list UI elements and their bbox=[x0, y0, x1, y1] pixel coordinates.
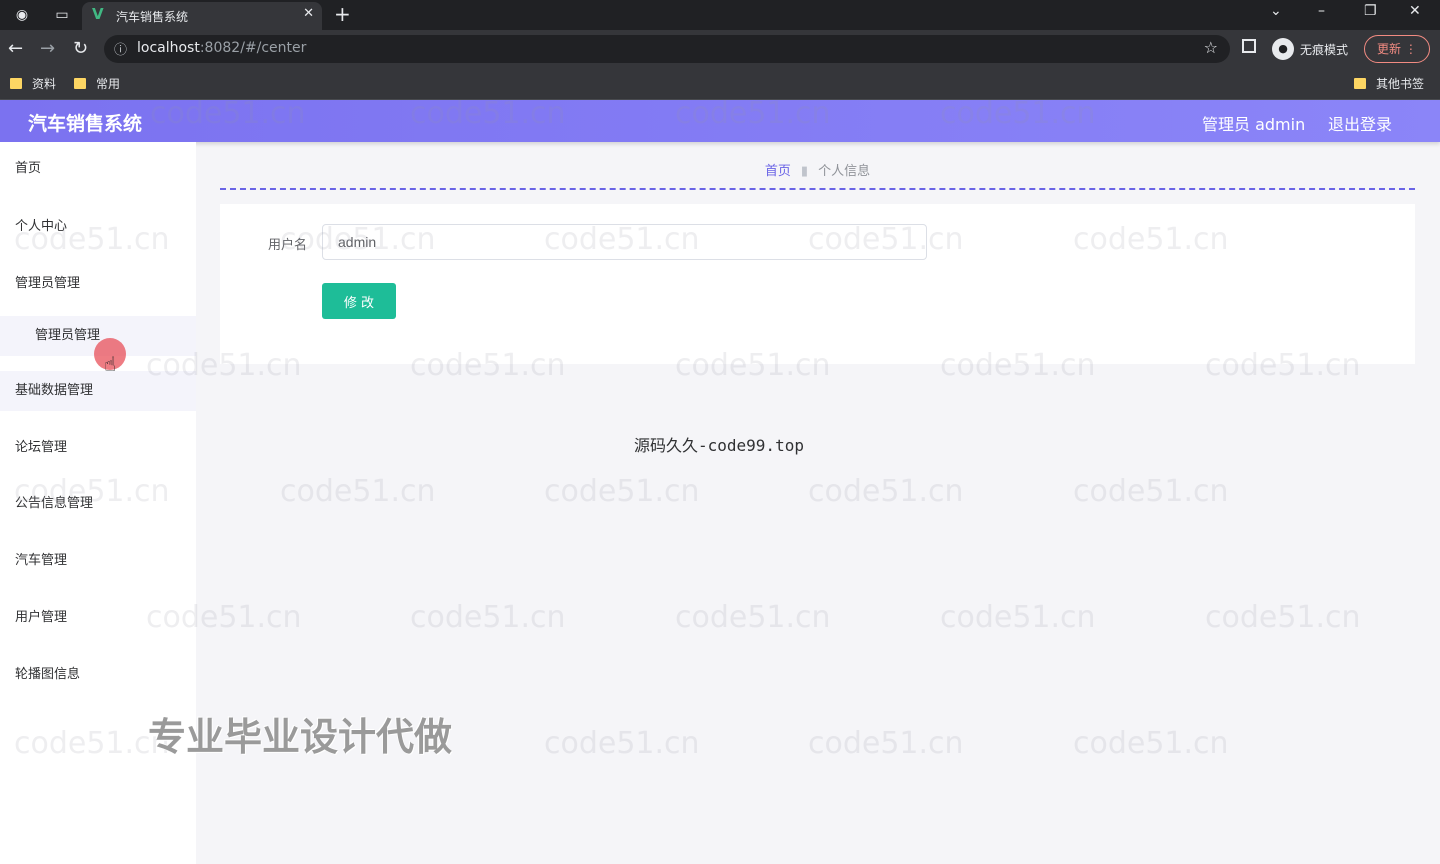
username-field[interactable] bbox=[322, 224, 927, 260]
update-button[interactable]: 更新 ⋮ bbox=[1364, 35, 1430, 63]
watermark: code51.cn bbox=[808, 726, 964, 761]
new-tab-icon[interactable]: + bbox=[334, 2, 351, 26]
back-arrow-icon[interactable]: ← bbox=[8, 38, 23, 59]
hand-pointer-icon: ☝ bbox=[104, 352, 117, 376]
bookmark-folder[interactable]: 常用 bbox=[74, 75, 120, 92]
breadcrumb-home[interactable]: 首页 bbox=[765, 164, 791, 179]
watermark: code51.cn bbox=[280, 474, 436, 509]
restore-icon[interactable]: ❐ bbox=[1364, 3, 1377, 19]
close-icon[interactable]: ✕ bbox=[303, 6, 314, 21]
browser-address-bar: ← → ↻ ⓘ localhost:8082/#/center ☆ ● 无痕模式… bbox=[0, 30, 1440, 68]
logout-link[interactable]: 退出登录 bbox=[1328, 111, 1392, 135]
incognito-icon[interactable]: ● bbox=[1272, 38, 1294, 60]
username-label: 用户名 bbox=[268, 238, 308, 253]
side-panel-icon[interactable] bbox=[1242, 39, 1256, 53]
breadcrumb-separator-icon: ▮ bbox=[800, 164, 809, 179]
watermark: code51.cn bbox=[544, 474, 700, 509]
watermark: code51.cn bbox=[675, 600, 831, 635]
globe-icon[interactable]: ◉ bbox=[12, 5, 32, 25]
browser-tab[interactable]: V 汽车销售系统 ✕ bbox=[82, 2, 322, 30]
info-icon[interactable]: ⓘ bbox=[114, 39, 127, 58]
sidebar-item-car[interactable]: 汽车管理 bbox=[0, 541, 196, 581]
sidebar-item-base-data[interactable]: 基础数据管理 bbox=[0, 371, 196, 411]
tab-title: 汽车销售系统 bbox=[116, 10, 189, 24]
vue-logo-icon: V bbox=[92, 5, 104, 23]
sidebar-item-profile[interactable]: 个人中心 bbox=[0, 207, 196, 247]
watermark: code51.cn bbox=[410, 600, 566, 635]
bookmark-star-icon[interactable]: ☆ bbox=[1204, 38, 1218, 57]
watermark: code51.cn bbox=[1073, 726, 1229, 761]
other-bookmarks[interactable]: 其他书签 bbox=[1354, 75, 1424, 92]
url-input[interactable]: ⓘ localhost:8082/#/center ☆ bbox=[104, 35, 1230, 63]
forward-arrow-icon[interactable]: → bbox=[40, 38, 55, 59]
tab-search-icon[interactable]: ▭ bbox=[52, 5, 72, 25]
breadcrumb: 首页 ▮ 个人信息 bbox=[220, 160, 1415, 179]
sidebar-item-carousel[interactable]: 轮播图信息 bbox=[0, 655, 196, 695]
chevron-down-icon[interactable]: ⌄ bbox=[1270, 3, 1282, 19]
footer-note: 源码久久-code99.top bbox=[634, 436, 804, 455]
app-title: 汽车销售系统 bbox=[28, 113, 143, 135]
watermark: code51.cn bbox=[940, 600, 1096, 635]
bookmark-folder[interactable]: 资料 bbox=[10, 75, 56, 92]
watermark: code51.cn bbox=[1073, 474, 1229, 509]
dashed-divider bbox=[220, 188, 1415, 190]
bookmarks-bar: 资料 常用 其他书签 bbox=[0, 68, 1440, 100]
folder-icon bbox=[10, 78, 22, 89]
url-text: localhost:8082/#/center bbox=[137, 40, 307, 56]
sidebar-item-user[interactable]: 用户管理 bbox=[0, 598, 196, 638]
sidebar-item-notice[interactable]: 公告信息管理 bbox=[0, 484, 196, 524]
profile-form: 用户名 修 改 bbox=[220, 204, 1415, 364]
watermark: code51.cn bbox=[1205, 600, 1361, 635]
breadcrumb-current: 个人信息 bbox=[818, 164, 871, 179]
watermark: code51.cn bbox=[808, 474, 964, 509]
browser-tab-bar: ◉ ▭ V 汽车销售系统 ✕ + ⌄ – ❐ ✕ bbox=[0, 0, 1440, 30]
app-header: 汽车销售系统 管理员 admin 退出登录 bbox=[0, 100, 1440, 142]
reload-icon[interactable]: ↻ bbox=[73, 38, 88, 59]
watermark: code51.cn bbox=[544, 726, 700, 761]
folder-icon bbox=[74, 78, 86, 89]
incognito-label: 无痕模式 bbox=[1300, 43, 1349, 57]
sidebar-item-forum[interactable]: 论坛管理 bbox=[0, 428, 196, 468]
minimize-icon[interactable]: – bbox=[1318, 3, 1325, 19]
modify-button[interactable]: 修 改 bbox=[322, 283, 396, 319]
close-window-icon[interactable]: ✕ bbox=[1409, 3, 1421, 19]
sidebar-item-home[interactable]: 首页 bbox=[0, 149, 196, 189]
folder-icon bbox=[1354, 78, 1366, 89]
admin-label: 管理员 admin bbox=[1202, 115, 1306, 134]
overlay-ad-text: 专业毕业设计代做 bbox=[148, 715, 453, 759]
sidebar-item-admin-mgmt[interactable]: 管理员管理 bbox=[0, 264, 196, 304]
